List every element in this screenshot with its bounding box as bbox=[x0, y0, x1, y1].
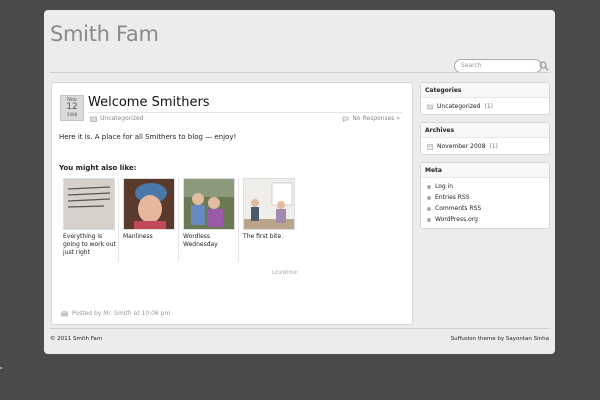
date-badge: Nov 12 2008 bbox=[60, 95, 84, 121]
bullet-icon bbox=[427, 184, 431, 189]
related-label[interactable]: The first bite. bbox=[243, 233, 298, 241]
related-label[interactable]: Wordless Wednesday bbox=[183, 233, 238, 249]
meta-item-label[interactable]: Comments RSS bbox=[435, 203, 481, 214]
responses-link[interactable]: No Responses » bbox=[352, 115, 400, 122]
kids-photo-icon[interactable] bbox=[183, 178, 235, 230]
meta-item-wordpress[interactable]: WordPress.org bbox=[427, 214, 549, 225]
site-title[interactable]: Smith Fam bbox=[50, 22, 159, 46]
calendar-icon bbox=[427, 143, 433, 150]
post-category: Uncategorized bbox=[90, 115, 143, 122]
printer-icon bbox=[61, 310, 68, 316]
quote-image-icon[interactable] bbox=[63, 178, 115, 230]
bullet-icon bbox=[427, 195, 431, 200]
linkwithin-link[interactable]: LinkWithin bbox=[272, 270, 298, 276]
room-photo-icon[interactable] bbox=[243, 178, 295, 230]
related-posts: Everything is going to work out just rig… bbox=[61, 178, 300, 262]
folder-icon bbox=[90, 116, 97, 122]
child-photo-icon[interactable] bbox=[123, 178, 175, 230]
category-link[interactable]: Uncategorized bbox=[100, 115, 143, 122]
bullet-icon bbox=[427, 217, 431, 222]
archive-item-count: (1) bbox=[489, 143, 498, 150]
categories-widget: Categories Uncategorized (1) bbox=[420, 82, 550, 115]
meta-title: Meta bbox=[421, 163, 549, 178]
footer-copyright: © 2011 Smith Fam bbox=[50, 336, 103, 342]
categories-title: Categories bbox=[421, 83, 549, 98]
posted-by: Posted by Mr. Smith at 10:06 pm bbox=[61, 310, 170, 317]
related-item[interactable]: Wordless Wednesday bbox=[181, 178, 239, 262]
post-responses: No Responses » bbox=[342, 115, 400, 122]
archives-title: Archives bbox=[421, 123, 549, 138]
meta-item-comments-rss[interactable]: Comments RSS bbox=[427, 203, 549, 214]
category-item-label[interactable]: Uncategorized bbox=[437, 101, 480, 112]
archives-widget: Archives November 2008 (1) bbox=[420, 122, 550, 155]
archive-item[interactable]: November 2008 (1) bbox=[427, 141, 549, 152]
date-year: 2008 bbox=[66, 112, 78, 117]
footer-divider bbox=[50, 328, 549, 329]
meta-item-entries-rss[interactable]: Entries RSS bbox=[427, 192, 549, 203]
meta-widget: Meta Log in Entries RSS Comments RSS Wor… bbox=[420, 162, 550, 229]
meta-item-label[interactable]: Log in bbox=[435, 181, 453, 192]
related-heading: You might also like: bbox=[59, 164, 137, 172]
post-title[interactable]: Welcome Smithers bbox=[88, 95, 210, 110]
category-item[interactable]: Uncategorized (1) bbox=[427, 101, 549, 112]
search-icon[interactable] bbox=[539, 61, 549, 71]
page-container: Smith Fam Search Nov 12 2008 Welcome Smi… bbox=[44, 10, 555, 354]
related-label[interactable]: Manliness bbox=[123, 233, 178, 241]
archive-item-label[interactable]: November 2008 bbox=[437, 141, 485, 152]
meta-item-label[interactable]: Entries RSS bbox=[435, 192, 470, 203]
post-meta-divider bbox=[88, 112, 402, 113]
post-body: Here it is. A place for all Smithers to … bbox=[59, 133, 237, 141]
date-day: 12 bbox=[66, 102, 78, 112]
folder-icon bbox=[427, 104, 433, 109]
related-item[interactable]: Everything is going to work out just rig… bbox=[61, 178, 119, 262]
posted-by-text: Posted by Mr. Smith at 10:06 pm bbox=[72, 310, 171, 317]
meta-item-login[interactable]: Log in bbox=[427, 181, 549, 192]
related-label[interactable]: Everything is going to work out just rig… bbox=[63, 233, 118, 257]
header-divider bbox=[50, 72, 549, 73]
meta-item-label[interactable]: WordPress.org bbox=[435, 214, 478, 225]
footer-credit[interactable]: Suffusion theme by Sayontan Sinha bbox=[451, 336, 549, 342]
related-item[interactable]: The first bite. bbox=[241, 178, 298, 262]
related-item[interactable]: Manliness bbox=[121, 178, 179, 262]
post-panel: Nov 12 2008 Welcome Smithers Uncategoriz… bbox=[51, 82, 413, 325]
search-input[interactable]: Search bbox=[454, 59, 542, 73]
bullet-icon bbox=[427, 206, 431, 211]
corner-mark bbox=[0, 367, 2, 369]
category-item-count: (1) bbox=[484, 103, 493, 110]
comment-icon bbox=[343, 116, 349, 122]
